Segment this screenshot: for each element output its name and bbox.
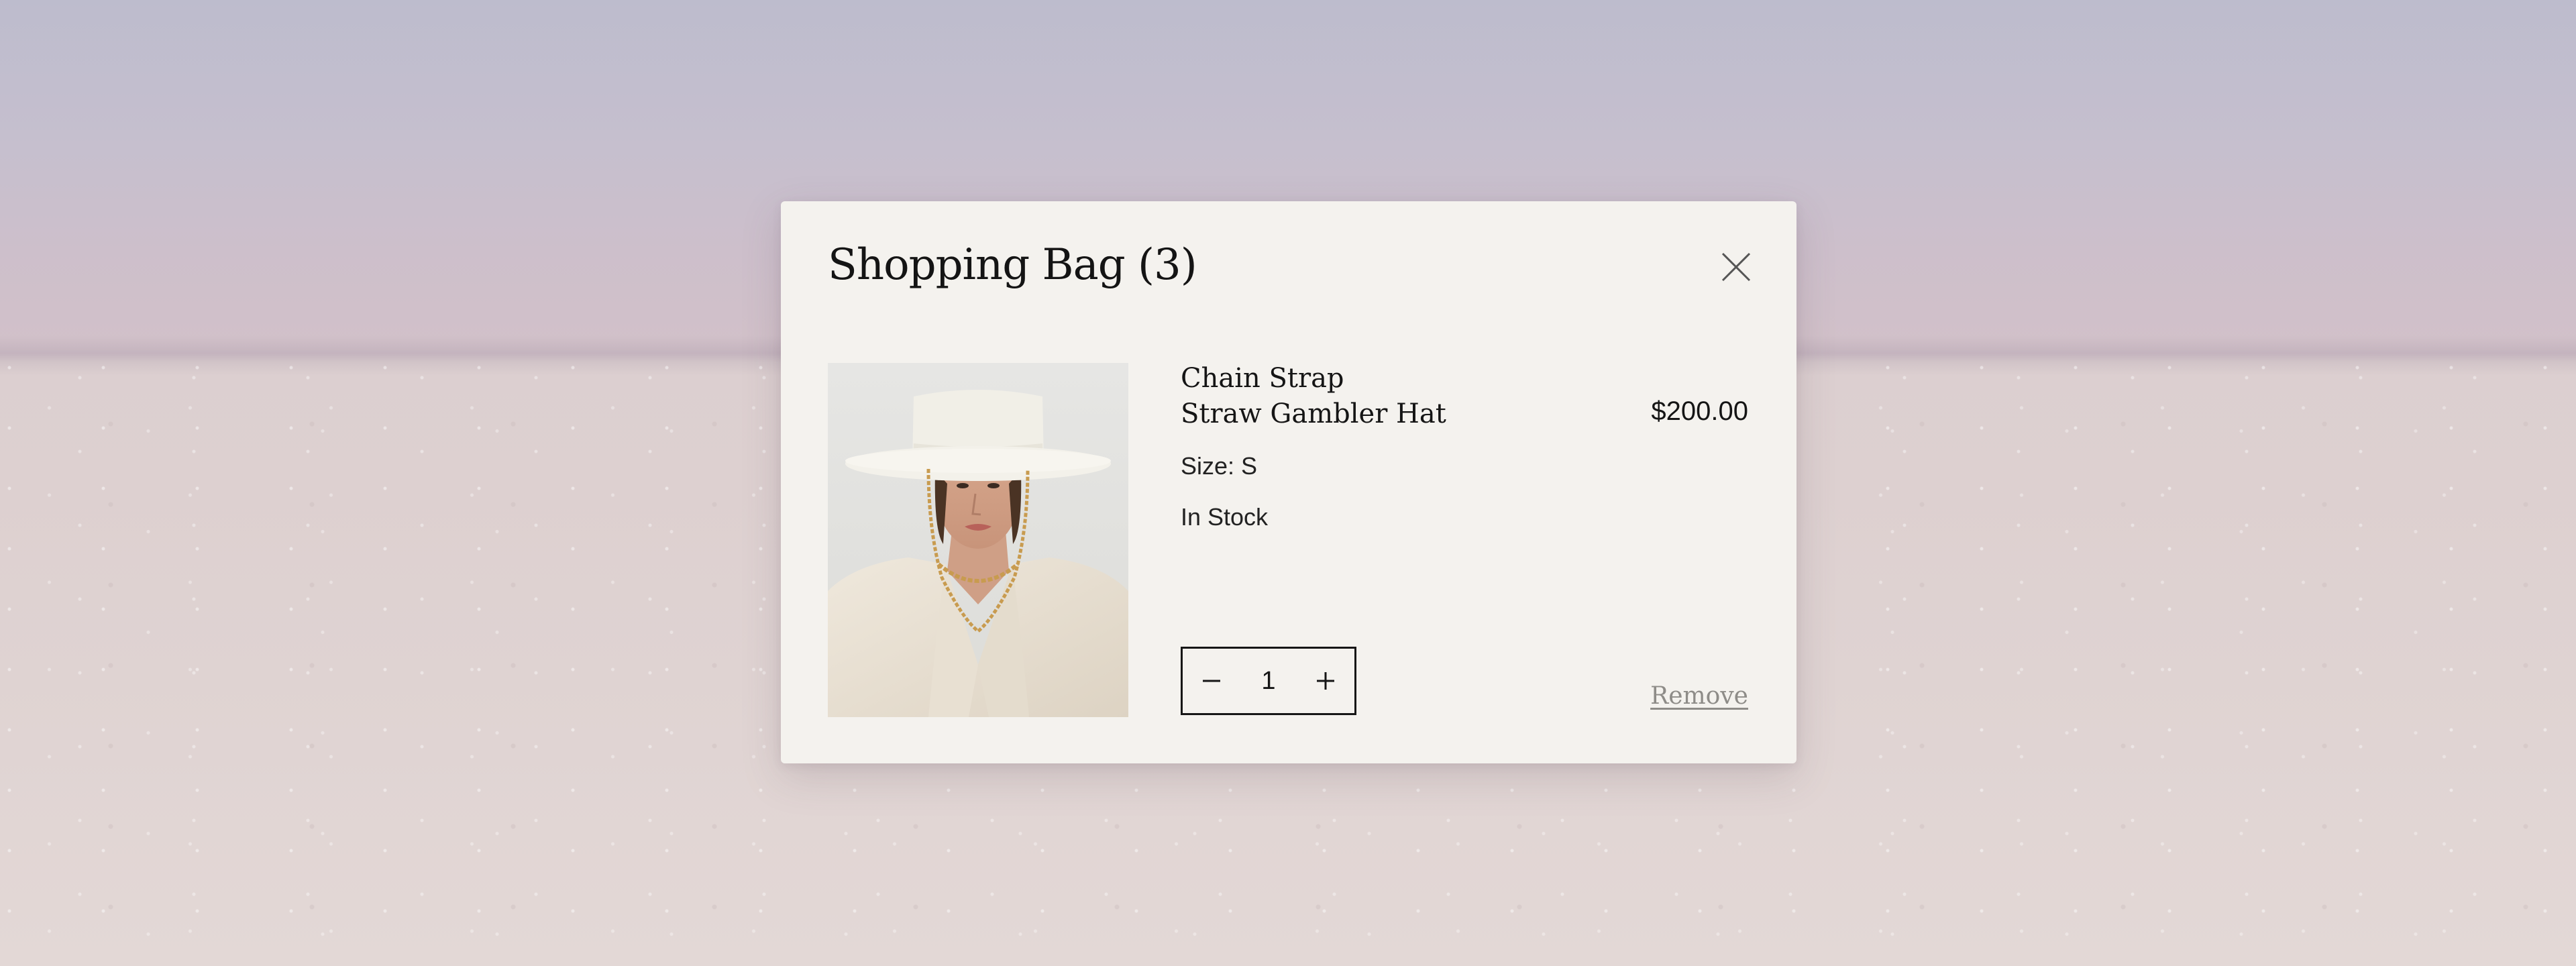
plus-icon: [1316, 672, 1334, 690]
modal-title: Shopping Bag (3): [828, 240, 1197, 290]
increase-quantity-button[interactable]: [1297, 649, 1354, 713]
decrease-quantity-button[interactable]: [1183, 649, 1240, 713]
hat-model-photo: [828, 363, 1128, 717]
shopping-bag-modal: Shopping Bag (3) Chain Strap Straw Gambl…: [781, 201, 1796, 763]
close-icon: [1721, 252, 1751, 282]
product-name-line2: Straw Gambler Hat: [1181, 398, 1446, 429]
stock-status: In Stock: [1181, 503, 1269, 531]
product-name-line1: Chain Strap: [1181, 363, 1344, 394]
remove-item-link[interactable]: Remove: [1650, 682, 1748, 710]
product-size: Size: S: [1181, 452, 1258, 480]
quantity-stepper: 1: [1181, 647, 1356, 715]
product-image[interactable]: [828, 363, 1128, 717]
product-name[interactable]: Chain Strap Straw Gambler Hat: [1181, 361, 1476, 432]
product-price: $200.00: [1651, 396, 1748, 426]
minus-icon: [1203, 680, 1220, 682]
close-button[interactable]: [1716, 247, 1756, 287]
quantity-value[interactable]: 1: [1261, 667, 1275, 696]
